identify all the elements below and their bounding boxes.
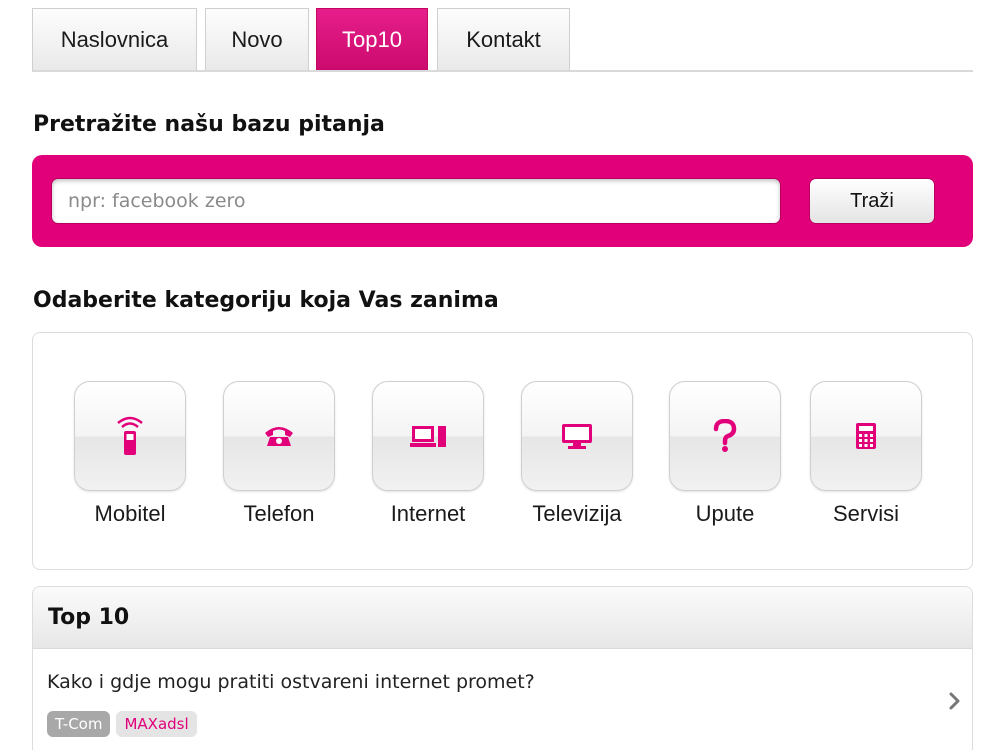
tag-list: T-Com MAXadsl <box>47 711 197 737</box>
mobile-phone-icon <box>117 416 143 455</box>
tab-naslovnica[interactable]: Naslovnica <box>32 8 197 70</box>
computer-icon <box>410 426 446 447</box>
category-label: Televizija <box>532 501 622 526</box>
category-internet[interactable]: Internet <box>363 381 493 531</box>
tab-kontakt[interactable]: Kontakt <box>437 8 570 70</box>
category-servisi[interactable]: Servisi <box>801 381 931 531</box>
question-link[interactable]: Kako i gdje mogu pratiti ostvareni inter… <box>47 671 535 693</box>
category-label: Servisi <box>832 501 899 526</box>
top10-header: Top 10 <box>33 587 972 649</box>
category-telefon[interactable]: Telefon <box>214 381 344 531</box>
category-tile <box>223 381 335 491</box>
list-item[interactable]: Kako i gdje mogu pratiti ostvareni inter… <box>33 649 972 750</box>
top10-title: Top 10 <box>48 605 130 630</box>
category-label: Upute <box>695 501 755 526</box>
category-televizija[interactable]: Televizija <box>512 381 642 531</box>
category-label: Telefon <box>243 501 315 526</box>
category-tile <box>74 381 186 491</box>
category-label: Mobitel <box>94 501 166 526</box>
category-label: Internet <box>390 501 466 526</box>
category-tile <box>810 381 922 491</box>
category-tile <box>669 381 781 491</box>
tv-icon <box>562 424 592 449</box>
tab-top10[interactable]: Top10 <box>316 8 428 70</box>
question-mark-icon <box>713 419 737 452</box>
category-tile <box>372 381 484 491</box>
categories-panel: Mobitel Telefon Internet Televizija Uput… <box>32 332 973 570</box>
search-button[interactable]: Traži <box>809 178 935 224</box>
telephone-icon <box>265 427 293 446</box>
top10-panel: Top 10 Kako i gdje mogu pratiti ostvaren… <box>32 586 973 750</box>
search-panel: Traži <box>32 155 973 247</box>
search-heading: Pretražite našu bazu pitanja <box>33 112 385 137</box>
search-input[interactable] <box>51 178 781 224</box>
calculator-icon <box>856 423 876 449</box>
categories-heading: Odaberite kategoriju koja Vas zanima <box>33 288 499 313</box>
category-upute[interactable]: Upute <box>660 381 790 531</box>
tag-badge[interactable]: MAXadsl <box>116 711 197 737</box>
category-tile <box>521 381 633 491</box>
chevron-right-icon[interactable] <box>948 691 962 711</box>
tab-novo[interactable]: Novo <box>205 8 309 70</box>
main-tabs: Naslovnica Novo Top10 Kontakt <box>32 8 973 72</box>
category-mobitel[interactable]: Mobitel <box>65 381 195 531</box>
tag-badge[interactable]: T-Com <box>47 711 111 737</box>
